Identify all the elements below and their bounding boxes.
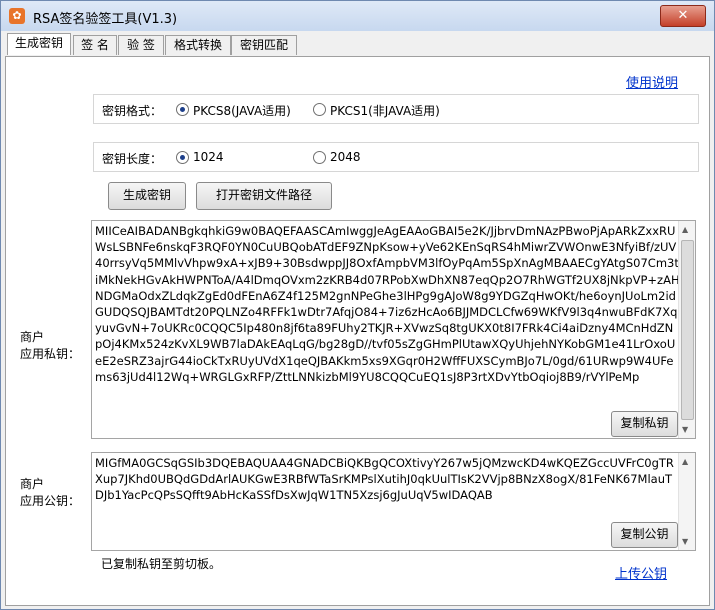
private-key-label-line2: 应用私钥：: [20, 347, 81, 361]
tab-format-convert[interactable]: 格式转换: [165, 35, 231, 55]
generate-key-button[interactable]: 生成密钥: [108, 182, 186, 210]
length-2048-label[interactable]: 2048: [330, 150, 361, 164]
copy-private-key-button[interactable]: 复制私钥: [611, 411, 678, 437]
length-1024-label[interactable]: 1024: [193, 150, 224, 164]
status-message: 已复制私钥至剪切板。: [101, 557, 222, 571]
public-key-text[interactable]: MIGfMA0GCSqGSIb3DQEBAQUAA4GNADCBiQKBgQCO…: [95, 455, 680, 504]
length-2048-radio[interactable]: [313, 151, 326, 164]
app-logo-icon: ✿: [9, 8, 25, 24]
key-length-group: 密钥长度： 1024 2048: [93, 142, 699, 172]
generate-key-panel: 使用说明 密钥格式： PKCS8(JAVA适用) PKCS1(非JAVA适用) …: [5, 56, 710, 606]
scroll-up-icon[interactable]: ▲: [682, 457, 688, 466]
length-1024-radio[interactable]: [176, 151, 189, 164]
tab-generate-key[interactable]: 生成密钥: [7, 33, 71, 55]
public-key-label-line2: 应用公钥：: [20, 494, 81, 508]
private-key-textarea[interactable]: MIICeAIBADANBgkqhkiG9w0BAQEFAASCAmIwggJe…: [91, 220, 696, 439]
copy-public-key-button[interactable]: 复制公钥: [611, 522, 678, 548]
pkcs8-label[interactable]: PKCS8(JAVA适用): [193, 102, 291, 119]
scroll-thumb[interactable]: [681, 240, 694, 420]
title-bar: ✿ RSA签名验签工具(V1.3) ✕: [1, 1, 714, 31]
window-title: RSA签名验签工具(V1.3): [33, 12, 178, 27]
private-key-text[interactable]: MIICeAIBADANBgkqhkiG9w0BAQEFAASCAmIwggJe…: [95, 223, 680, 433]
upload-public-key-link[interactable]: 上传公钥: [615, 563, 667, 582]
pkcs8-radio[interactable]: [176, 103, 189, 116]
key-format-group: 密钥格式： PKCS8(JAVA适用) PKCS1(非JAVA适用): [93, 94, 699, 124]
key-length-label: 密钥长度：: [102, 152, 163, 166]
scroll-down-icon[interactable]: ▼: [682, 537, 688, 546]
tab-key-match[interactable]: 密钥匹配: [231, 35, 297, 55]
help-link[interactable]: 使用说明: [626, 72, 678, 91]
pkcs1-radio[interactable]: [313, 103, 326, 116]
pkcs1-label[interactable]: PKCS1(非JAVA适用): [330, 102, 440, 119]
private-key-label-line1: 商户: [20, 330, 45, 344]
public-key-label-line1: 商户: [20, 477, 45, 491]
private-key-scrollbar[interactable]: ▲ ▼: [678, 221, 695, 438]
scroll-down-icon[interactable]: ▼: [682, 425, 688, 434]
close-button[interactable]: ✕: [660, 5, 706, 27]
public-key-scrollbar[interactable]: ▲ ▼: [678, 453, 695, 550]
open-key-path-button[interactable]: 打开密钥文件路径: [196, 182, 332, 210]
app-window: ✿ RSA签名验签工具(V1.3) ✕ 生成密钥 签 名 验 签 格式转换 密钥…: [0, 0, 715, 610]
scroll-up-icon[interactable]: ▲: [682, 225, 688, 234]
public-key-textarea[interactable]: MIGfMA0GCSqGSIb3DQEBAQUAA4GNADCBiQKBgQCO…: [91, 452, 696, 551]
tab-sign[interactable]: 签 名: [73, 35, 117, 55]
key-format-label: 密钥格式：: [102, 104, 163, 118]
tab-verify[interactable]: 验 签: [118, 35, 164, 55]
